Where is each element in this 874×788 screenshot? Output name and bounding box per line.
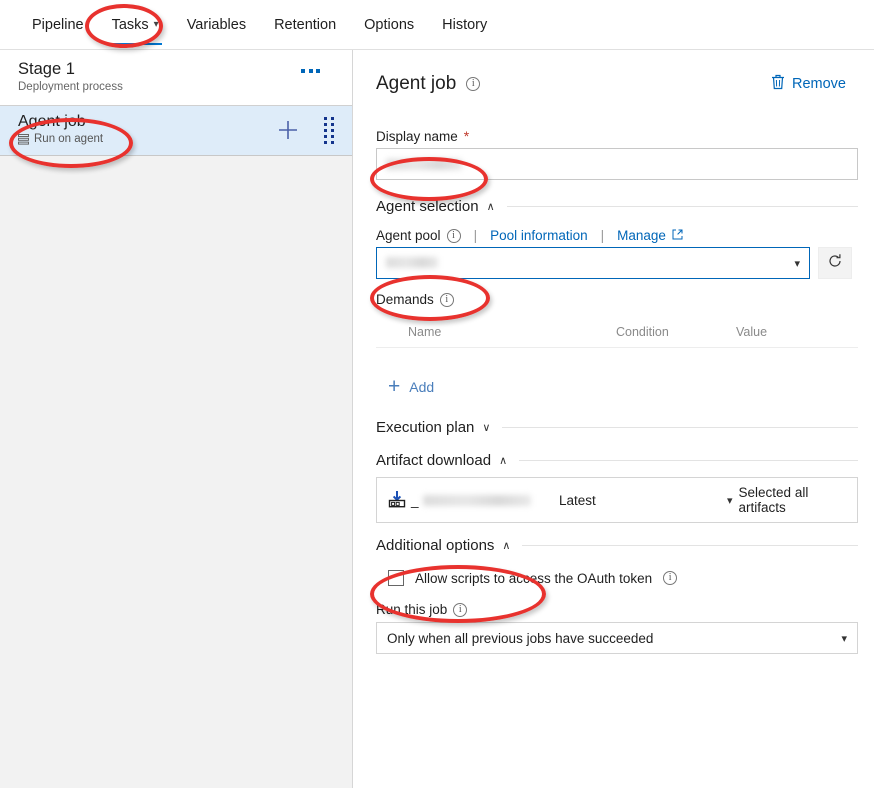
section-execution-plan-label: Execution plan [376,419,475,436]
link-separator: | [600,228,605,243]
section-execution-plan[interactable]: Execution plan ∨ [376,419,858,436]
oauth-token-checkbox[interactable] [388,570,404,586]
drag-handle-icon[interactable] [324,117,334,144]
remove-button-label: Remove [792,76,846,92]
sidebar-item-agent-job[interactable]: Agent job Run on agent [0,106,352,156]
demands-label: Demands [376,292,434,307]
sidebar-item-agent-job-label: Agent job [18,113,86,130]
tab-pipeline[interactable]: Pipeline [18,17,98,45]
artifact-version: Latest [559,492,596,508]
section-divider [519,460,858,461]
section-divider [506,206,858,207]
run-this-job-label-row: Run this job i [376,602,858,617]
add-demand-label: Add [409,378,435,395]
pipeline-tab-bar: Pipeline Tasks ▾ Variables Retention Opt… [0,0,874,50]
demands-table: Name Condition Value [376,319,858,348]
info-icon[interactable]: i [466,77,481,91]
agent-pool-dropdown[interactable]: ▾ [376,247,810,279]
add-task-icon[interactable] [276,118,300,142]
section-divider [502,427,858,428]
oauth-token-checkbox-row[interactable]: Allow scripts to access the OAuth token … [376,570,858,586]
chevron-down-icon: ∨ [482,422,491,434]
stage-more-menu-icon[interactable] [297,65,324,77]
info-icon[interactable]: i [439,292,454,307]
panel-header: Agent job i Remove [376,50,858,98]
run-this-job-value: Only when all previous jobs have succeed… [387,630,654,646]
section-agent-selection-label: Agent selection [376,198,479,215]
demands-table-header-row: Name Condition Value [376,319,858,348]
external-link-icon [672,228,683,243]
artifact-selection-dropdown[interactable]: ▾ Selected all artifacts [727,485,847,515]
artifact-name-redacted [422,494,531,506]
refresh-agent-pools-button[interactable] [818,247,852,279]
required-marker: * [463,128,470,144]
agent-pool-value-redacted [386,256,438,268]
info-icon[interactable]: i [453,602,468,617]
artifact-download-icon [387,489,407,512]
pool-information-link[interactable]: Pool information [490,228,588,243]
tab-variables[interactable]: Variables [173,17,260,45]
manage-link[interactable]: Manage [617,228,666,243]
run-this-job-label: Run this job [376,602,448,617]
chevron-down-icon: ▾ [841,632,847,645]
remove-button[interactable]: Remove [771,74,858,94]
section-divider [522,545,858,546]
section-artifact-download-label: Artifact download [376,452,492,469]
sidebar-item-agent-job-subtitle-row: Run on agent [18,133,352,145]
section-additional-options-label: Additional options [376,537,495,554]
tab-history[interactable]: History [428,17,501,45]
sidebar-item-agent-job-subtitle: Run on agent [34,133,104,145]
tab-history-label: History [442,17,488,33]
refresh-icon [827,253,843,274]
release-pipeline-editor: Pipeline Tasks ▾ Variables Retention Opt… [0,0,874,788]
demands-column-name: Name [376,319,616,348]
tab-options[interactable]: Options [350,17,428,45]
chevron-up-icon: ∧ [502,540,511,552]
add-demand-button[interactable]: + Add [376,376,858,397]
tab-retention[interactable]: Retention [260,17,350,45]
agent-job-details-panel: Agent job i Remove Display name * Agent … [354,50,874,788]
display-name-input[interactable] [376,148,858,180]
section-artifact-download[interactable]: Artifact download ∧ [376,452,858,469]
stage-title: Stage 1 [18,60,75,78]
artifact-selection-label: Selected all artifacts [738,485,809,515]
demands-label-row: Demands i [376,292,858,307]
section-agent-selection[interactable]: Agent selection ∧ [376,198,858,215]
run-this-job-dropdown[interactable]: Only when all previous jobs have succeed… [376,622,858,654]
demands-column-value: Value [736,319,858,348]
link-separator: | [473,228,478,243]
tasks-sidebar: Stage 1 Deployment process Agent job Run… [0,50,353,788]
tab-options-label: Options [364,17,415,33]
stage-header[interactable]: Stage 1 Deployment process [0,50,352,106]
artifact-name-cell: _ [387,489,559,512]
display-name-label-row: Display name * [376,128,858,144]
tab-tasks[interactable]: Tasks ▾ [98,17,173,45]
agent-icon [18,133,29,145]
display-name-value-redacted [386,158,462,170]
chevron-down-icon: ▾ [794,257,800,270]
chevron-down-icon: ▾ [153,19,159,30]
stage-subtitle: Deployment process [18,81,123,93]
chevron-up-icon: ∧ [499,455,508,467]
display-name-label: Display name [376,128,458,144]
tab-tasks-label: Tasks [111,17,149,33]
chevron-up-icon: ∧ [486,201,495,213]
chevron-down-icon: ▾ [727,494,733,507]
tab-variables-label: Variables [186,17,247,33]
artifact-name-prefix: _ [411,492,419,508]
tab-pipeline-label: Pipeline [32,17,84,33]
section-additional-options[interactable]: Additional options ∧ [376,537,858,554]
plus-icon: + [388,375,401,398]
agent-pool-label-row: Agent pool i | Pool information | Manage [376,228,858,243]
page-title: Agent job [376,73,457,94]
info-icon[interactable]: i [663,571,678,585]
agent-pool-label: Agent pool [376,228,441,243]
trash-icon [771,74,785,94]
oauth-token-label: Allow scripts to access the OAuth token [415,570,653,586]
info-icon[interactable]: i [446,228,461,243]
demands-column-condition: Condition [616,319,736,348]
tab-retention-label: Retention [274,17,337,33]
artifact-row[interactable]: _ Latest ▾ Selected all artifacts [376,477,858,523]
